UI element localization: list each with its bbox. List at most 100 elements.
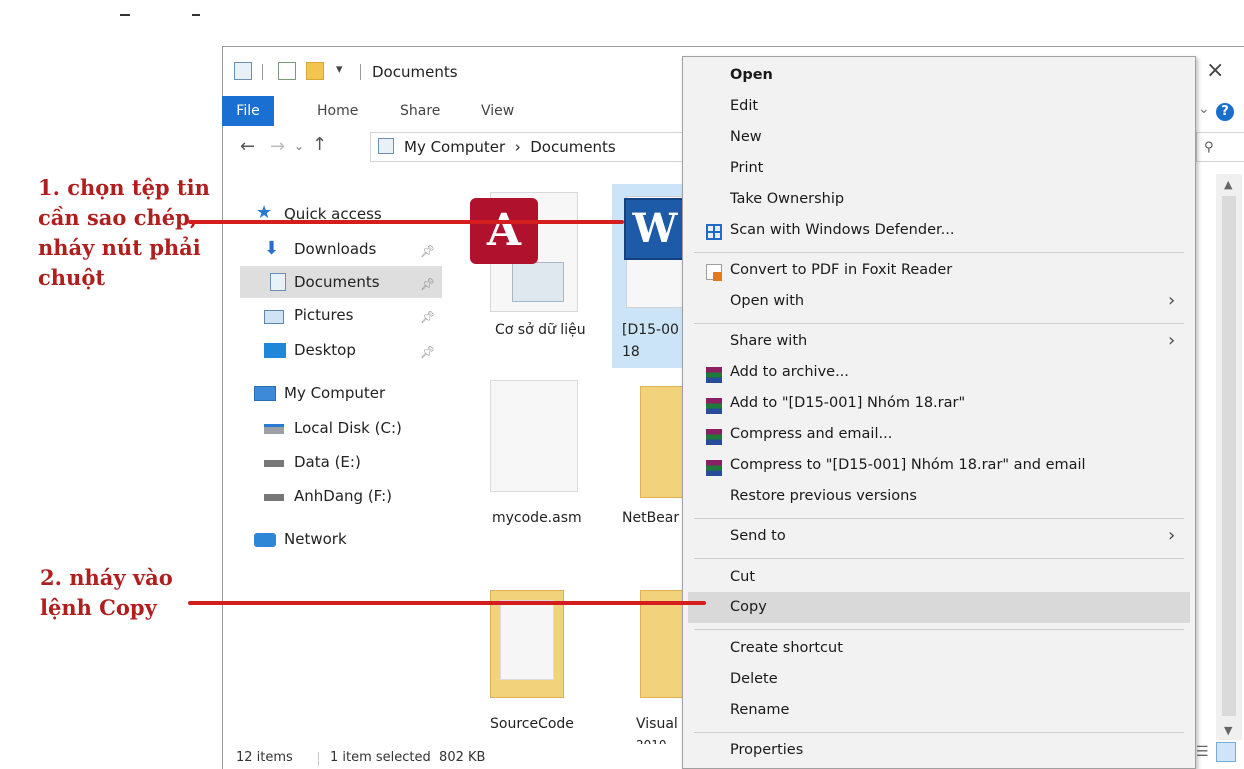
menu-item-add-archive[interactable]: Add to archive... [730, 364, 849, 380]
visual-folder-icon[interactable] [640, 590, 684, 698]
sidebar-item-data-drive[interactable]: Data (E:) [294, 453, 361, 471]
menu-separator-1 [694, 252, 1184, 253]
menu-item-copy[interactable]: Copy [730, 599, 767, 615]
send-to-chevron-icon: › [1168, 525, 1176, 546]
large-icons-view-icon[interactable] [1216, 742, 1236, 762]
file-label-word-line2[interactable]: 18 [622, 344, 640, 360]
sidebar-item-my-computer[interactable]: My Computer [284, 384, 385, 402]
checkbox-qa-icon[interactable] [278, 62, 296, 80]
status-item-count: 12 items [236, 750, 293, 765]
qa-dropdown-icon[interactable]: ▾ [336, 62, 343, 77]
menu-item-compress-email[interactable]: Compress and email... [730, 426, 892, 442]
details-view-icon[interactable]: ☰ [1196, 744, 1212, 760]
winrar-icon-1 [706, 367, 722, 383]
qa-separator [262, 64, 263, 80]
scroll-down-icon[interactable]: ▼ [1224, 724, 1232, 737]
asm-file-icon[interactable] [490, 380, 578, 492]
menu-item-properties[interactable]: Properties [730, 742, 803, 758]
sidebar-item-downloads[interactable]: Downloads [294, 240, 376, 258]
tab-file[interactable]: File [222, 96, 274, 126]
menu-item-scan-defender[interactable]: Scan with Windows Defender... [730, 222, 954, 238]
properties-qa-icon[interactable] [234, 62, 252, 80]
window-title: Documents [372, 63, 458, 81]
sidebar-item-local-disk[interactable]: Local Disk (C:) [294, 419, 402, 437]
search-box-edge[interactable] [1196, 132, 1244, 162]
menu-item-print[interactable]: Print [730, 160, 763, 176]
tab-view[interactable]: View [481, 103, 514, 119]
menu-item-delete[interactable]: Delete [730, 671, 778, 687]
menu-item-take-ownership[interactable]: Take Ownership [730, 191, 844, 207]
menu-item-new[interactable]: New [730, 129, 762, 145]
menu-item-create-shortcut[interactable]: Create shortcut [730, 640, 843, 656]
annotation-step1-line1: 1. chọn tệp tin [38, 175, 210, 200]
menu-item-open-with[interactable]: Open with [730, 293, 804, 309]
up-arrow-icon[interactable]: ↑ [312, 134, 327, 155]
sidebar-item-network[interactable]: Network [284, 530, 347, 548]
menu-item-edit[interactable]: Edit [730, 98, 758, 114]
sidebar-item-anhdang[interactable]: AnhDang (F:) [294, 487, 392, 505]
menu-item-compress-rar-email[interactable]: Compress to "[D15-001] Nhóm 18.rar" and … [730, 457, 1086, 473]
scroll-thumb[interactable] [1222, 196, 1236, 716]
netbeans-folder-icon[interactable] [640, 386, 684, 498]
address-path[interactable]: My Computer › Documents [404, 138, 616, 156]
word-logo-icon[interactable]: W [624, 198, 684, 260]
tab-home[interactable]: Home [317, 103, 358, 119]
file-label-visual[interactable]: Visual [636, 716, 678, 732]
file-label-visual-2[interactable]: 2010 [636, 738, 667, 744]
desktop-icon [264, 343, 286, 358]
top-dash-2 [192, 14, 200, 16]
help-icon[interactable]: ? [1216, 103, 1234, 121]
menu-separator-2 [694, 323, 1184, 324]
pin-icon-downloads[interactable]: 📌︎ [420, 244, 435, 258]
foxit-pdf-badge [713, 272, 722, 281]
menu-item-rename[interactable]: Rename [730, 702, 789, 718]
recent-dropdown-icon[interactable]: ⌄ [294, 139, 304, 153]
menu-item-cut[interactable]: Cut [730, 569, 755, 585]
winrar-icon-2 [706, 398, 722, 414]
pictures-icon [264, 310, 284, 324]
annotation-line-step2 [188, 601, 706, 605]
menu-item-convert-pdf[interactable]: Convert to PDF in Foxit Reader [730, 262, 952, 278]
my-computer-icon [254, 386, 276, 401]
tab-share[interactable]: Share [400, 103, 440, 119]
address-folder-icon [378, 138, 394, 154]
file-label-asm[interactable]: mycode.asm [492, 510, 582, 526]
file-label-netbeans[interactable]: NetBear [622, 510, 679, 526]
annotation-line-step1 [188, 220, 624, 224]
access-logo-icon[interactable]: A [470, 198, 538, 264]
file-label-database[interactable]: Cơ sở dữ liệu [495, 322, 586, 338]
back-arrow-icon[interactable]: ← [240, 136, 255, 157]
sidebar-item-documents[interactable]: Documents [294, 273, 380, 291]
sidebar-item-pictures[interactable]: Pictures [294, 306, 353, 324]
sidebar-item-desktop[interactable]: Desktop [294, 341, 356, 359]
menu-item-restore-versions[interactable]: Restore previous versions [730, 488, 917, 504]
scroll-up-icon[interactable]: ▲ [1224, 178, 1232, 191]
data-drive-icon [264, 460, 284, 467]
winrar-icon-4 [706, 460, 722, 476]
folder-qa-icon[interactable] [306, 62, 324, 80]
menu-item-share-with[interactable]: Share with [730, 333, 807, 349]
menu-item-add-rar[interactable]: Add to "[D15-001] Nhóm 18.rar" [730, 395, 965, 411]
menu-separator-3 [694, 518, 1184, 519]
pin-icon-desktop[interactable]: 📌︎ [420, 345, 435, 359]
network-icon [254, 533, 276, 547]
pin-icon-pictures[interactable]: 📌︎ [420, 310, 435, 324]
file-label-sourcecode[interactable]: SourceCode [490, 716, 574, 732]
close-icon[interactable]: × [1206, 58, 1224, 83]
documents-icon [270, 273, 286, 291]
status-separator [318, 752, 319, 766]
sourcecode-paper [500, 600, 554, 680]
file-label-word-line1[interactable]: [D15-00 [622, 322, 679, 338]
menu-item-open[interactable]: Open [730, 67, 773, 83]
menu-item-send-to[interactable]: Send to [730, 528, 786, 544]
pin-icon-documents[interactable]: 📌︎ [420, 277, 435, 291]
ribbon-caret-icon[interactable]: ⌄ [1198, 101, 1210, 117]
annotation-step1-line2: cần sao chép, [38, 205, 198, 230]
forward-arrow-icon[interactable]: → [270, 136, 285, 157]
status-selection: 1 item selected 802 KB [330, 750, 486, 765]
annotation-step2-line2: lệnh Copy [40, 595, 157, 620]
qa-separator-2 [360, 64, 361, 80]
local-disk-icon [264, 424, 284, 434]
share-with-chevron-icon: › [1168, 330, 1176, 351]
windows-defender-cross-h [706, 231, 722, 233]
